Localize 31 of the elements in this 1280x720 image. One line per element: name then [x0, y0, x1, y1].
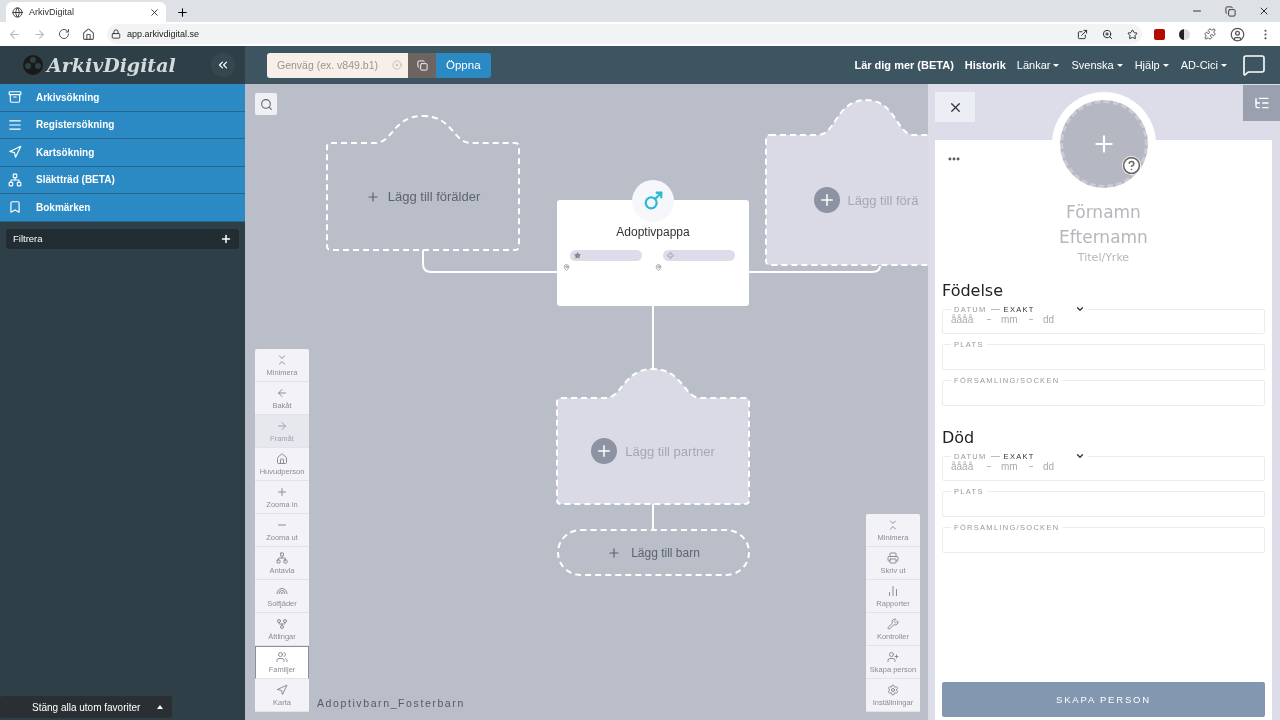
first-name-field[interactable]: Förnamn: [942, 200, 1265, 225]
date-part-input[interactable]: mm: [1001, 461, 1019, 473]
nav-link[interactable]: Hjälp: [1134, 59, 1170, 71]
last-name-field[interactable]: Efternamn: [942, 224, 1265, 250]
sidebar-item[interactable]: Släktträd (BETA): [0, 166, 245, 194]
person-card[interactable]: Adoptivpappa: [557, 200, 749, 306]
nav-link[interactable]: Lär dig mer (BETA): [854, 59, 954, 71]
title-field[interactable]: Titel/Yrke: [942, 249, 1265, 266]
view-name: Adoptivbarn_Fosterbarn: [317, 697, 465, 709]
add-child-button[interactable]: Lägg till barn: [557, 529, 750, 576]
browser-tab[interactable]: ArkivDigital: [6, 2, 166, 22]
sidebar-item[interactable]: Kartsökning: [0, 139, 245, 167]
nav-link[interactable]: Länkar: [1016, 59, 1061, 71]
address-bar[interactable]: app.arkivdigital.se: [107, 24, 1142, 44]
date-part-input[interactable]: åååå: [951, 461, 977, 473]
nav-link[interactable]: Historik: [964, 59, 1006, 71]
filter-bar[interactable]: Filtrera: [6, 228, 239, 249]
section-heading: Födelse: [942, 281, 1005, 301]
close-all-button[interactable]: Stäng alla utom favoriter: [0, 696, 172, 718]
nav-link[interactable]: AD-Cici: [1180, 59, 1228, 71]
open-button[interactable]: Öppna: [436, 52, 491, 78]
shortcut-field[interactable]: Genväg (ex. v849.b1): [267, 52, 408, 78]
date-part-input[interactable]: mm: [1001, 314, 1019, 326]
section-heading: Död: [942, 428, 976, 448]
sidebar-item[interactable]: Registersökning: [0, 111, 245, 139]
person-role: Adoptivpappa: [615, 225, 691, 239]
date-part-input[interactable]: åååå: [951, 314, 977, 326]
add-parent-card[interactable]: Lägg till förälder: [327, 116, 519, 250]
nav-link[interactable]: Svenska: [1071, 59, 1124, 71]
sidebar-item[interactable]: Arkivsökning: [0, 84, 245, 112]
sidebar-item[interactable]: Bokmärken: [0, 194, 245, 222]
